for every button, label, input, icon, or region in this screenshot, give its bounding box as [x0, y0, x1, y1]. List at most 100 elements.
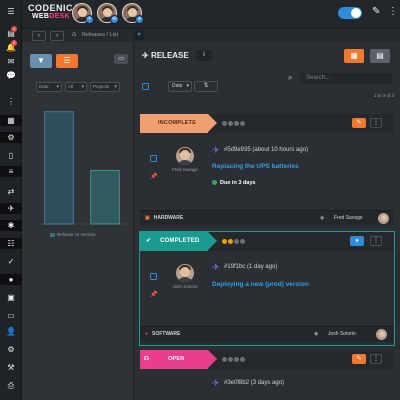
due-date: Due in 3 days — [212, 180, 255, 186]
card-checkbox[interactable] — [150, 155, 157, 162]
release-id: #5d9e935 (about 10 hours ago) — [224, 147, 309, 153]
logo-subtitle: WEBDESK — [32, 13, 70, 20]
owner-avatar[interactable] — [376, 329, 387, 340]
filter-panel: ▼ ☰ ▭ Date All Projects Release vs Versi… — [22, 42, 134, 400]
settings-gear-icon[interactable]: ⚙ — [0, 132, 22, 143]
category-tag: ▣ HARDWARE — [145, 215, 184, 221]
release-main: ✈ RELEASE i ▦ ▤ ⌕ Search... Date ⇅ 1 to … — [134, 42, 400, 400]
sort-date-select[interactable]: Date — [168, 81, 192, 92]
chat-bubble-icon[interactable]: ● — [0, 274, 22, 285]
bell-icon[interactable]: 🔔 2 — [4, 40, 18, 53]
user-icon[interactable]: 👤 — [4, 326, 18, 337]
rocket-icon: ✈ — [212, 262, 220, 272]
menu-icon[interactable]: ☰ — [4, 6, 18, 17]
progress-dots — [222, 239, 246, 246]
legend-swatch — [50, 232, 55, 237]
edit-button[interactable]: ✎ — [352, 118, 366, 128]
status-dot — [212, 180, 217, 186]
mail-badge-icon: ✉ — [110, 15, 119, 24]
edit-button[interactable]: ✎ — [352, 354, 366, 364]
filter-button[interactable]: ▼ — [30, 54, 52, 68]
release-title-link[interactable]: Deploying a new (prod) version — [212, 281, 309, 288]
back-button[interactable]: ‹ — [32, 31, 46, 41]
comment-button[interactable]: ● — [350, 236, 364, 246]
gear-settings-icon[interactable]: ⚙ — [4, 344, 18, 355]
pin-icon[interactable]: 📌 — [150, 173, 157, 180]
top-header: CODENICA WEBDESK ✈ ✉ ● ✎ ⋮ — [22, 0, 400, 28]
mail-icon[interactable]: ✉ — [4, 56, 18, 67]
favorite-heart-icon[interactable]: ♥ — [134, 30, 144, 40]
chart-toggle-button[interactable]: ☰ — [56, 54, 78, 68]
owner-avatar[interactable] — [378, 213, 389, 224]
card-footer: ● SOFTWARE ◉ Josh Sotorio — [140, 326, 394, 342]
watch-icon[interactable]: ◉ — [320, 215, 324, 221]
menu-list-icon[interactable]: ≡ — [0, 166, 22, 177]
home-icon[interactable]: ⌂ — [72, 31, 76, 38]
document-icon[interactable]: ▯ — [4, 150, 18, 161]
list-view-button[interactable]: ▤ — [370, 49, 390, 63]
theme-toggle[interactable] — [338, 7, 362, 19]
chart-bar — [90, 169, 120, 225]
card-more-button[interactable]: ⋮ — [370, 354, 382, 364]
bug-icon: ● — [145, 331, 149, 337]
filter-select-all[interactable]: All — [65, 82, 87, 92]
app: ☰ ▤ 4 🔔 2 ✉ 💬 ⋮ ▦ ⚙ ▯ ≡ ⇄ ✈ ✱ ☷ ✓ ● ▣ ▭ 👤 … — [0, 0, 400, 400]
card-body: ✈ #3e0f8b2 (3 days ago) — [140, 369, 394, 400]
swap-icon[interactable]: ⇄ — [4, 186, 18, 197]
owner-name: Fred Savage — [334, 215, 363, 221]
card-more-button[interactable]: ⋮ — [370, 118, 382, 128]
pagination-info: 1 to 3 of 3 — [374, 93, 395, 98]
inbox-tray-icon[interactable]: ▭ — [4, 310, 18, 321]
assignee-name: Josh Sotorio — [172, 284, 198, 289]
inbox-icon[interactable]: ▤ 4 — [4, 26, 18, 39]
pin-icon[interactable]: 📌 — [150, 291, 157, 298]
filter-select-date[interactable]: Date — [36, 82, 62, 92]
check-icon[interactable]: ✓ — [4, 256, 18, 267]
check-circle-icon: ✔ — [146, 238, 152, 244]
card-body: 📌 Fred Savage ✈ #5d9e935 (about 10 hours… — [140, 133, 394, 210]
filter-select-projects[interactable]: Projects — [90, 82, 120, 92]
info-icon[interactable]: i — [196, 50, 212, 61]
search-input[interactable]: Search... — [300, 73, 392, 84]
page-title: ✈ RELEASE — [142, 51, 189, 60]
more-vertical-icon[interactable]: ⋮ — [4, 96, 18, 107]
brush-icon[interactable]: ✎ — [372, 6, 380, 17]
forward-button[interactable]: › — [50, 31, 64, 41]
release-card[interactable]: ☊ OPEN ✎ ⋮ ✈ #3e0f8b2 (3 days ago) — [140, 350, 394, 400]
card-header: INCOMPLETE ✎ ⋮ — [140, 114, 394, 133]
card-checkbox[interactable] — [150, 273, 157, 280]
telegram-icon: ✈ — [85, 15, 94, 24]
chart-legend: Release vs Version — [50, 232, 96, 237]
rocket-icon[interactable]: ✈ — [0, 203, 22, 214]
sort-direction-button[interactable]: ⇅ — [194, 81, 218, 92]
more-icon[interactable]: ⋮ — [388, 6, 398, 17]
release-card[interactable]: ✔ COMPLETED ● ⋮ 📌 Josh Sotorio ✈ #19f1bc … — [139, 231, 395, 346]
dashboard-icon[interactable]: ▦ — [0, 115, 22, 126]
card-header: ☊ OPEN ✎ ⋮ — [140, 350, 394, 369]
watch-icon[interactable]: ◉ — [314, 331, 318, 337]
printer-icon[interactable]: ⎙ — [4, 380, 18, 391]
card-header: ✔ COMPLETED ● ⋮ — [140, 232, 394, 251]
wrench-icon[interactable]: ⚒ — [4, 362, 18, 373]
assignee-avatar[interactable] — [176, 147, 194, 165]
search-icon: ⌕ — [288, 73, 293, 82]
card-more-button[interactable]: ⋮ — [370, 236, 382, 246]
chat-icon[interactable]: 💬 — [4, 70, 18, 81]
left-icon-rail: ☰ ▤ 4 🔔 2 ✉ 💬 ⋮ ▦ ⚙ ▯ ≡ ⇄ ✈ ✱ ☷ ✓ ● ▣ ▭ 👤 … — [0, 0, 22, 400]
assignee-avatar[interactable] — [176, 264, 194, 282]
release-card[interactable]: INCOMPLETE ✎ ⋮ 📌 Fred Savage ✈ #5d9e935 … — [140, 114, 394, 226]
owner-name: Josh Sotorio — [328, 331, 356, 337]
grid-view-button[interactable]: ▦ — [344, 49, 364, 63]
breadcrumb[interactable]: Releases / List — [82, 32, 118, 38]
list-icon[interactable]: ☷ — [0, 238, 22, 249]
select-all-checkbox[interactable] — [142, 83, 149, 90]
status-badge: INCOMPLETE — [140, 114, 217, 133]
rocket-icon: ✈ — [212, 378, 220, 388]
collapse-button[interactable]: ▭ — [114, 54, 128, 64]
progress-dots — [222, 121, 246, 128]
category-tag: ● SOFTWARE — [145, 331, 181, 337]
gear-icon[interactable]: ✱ — [0, 220, 22, 231]
status-badge: ☊ OPEN — [140, 350, 217, 369]
clipboard-icon[interactable]: ▣ — [4, 292, 18, 303]
release-title-link[interactable]: Replacing the UPS batteries — [212, 163, 299, 170]
